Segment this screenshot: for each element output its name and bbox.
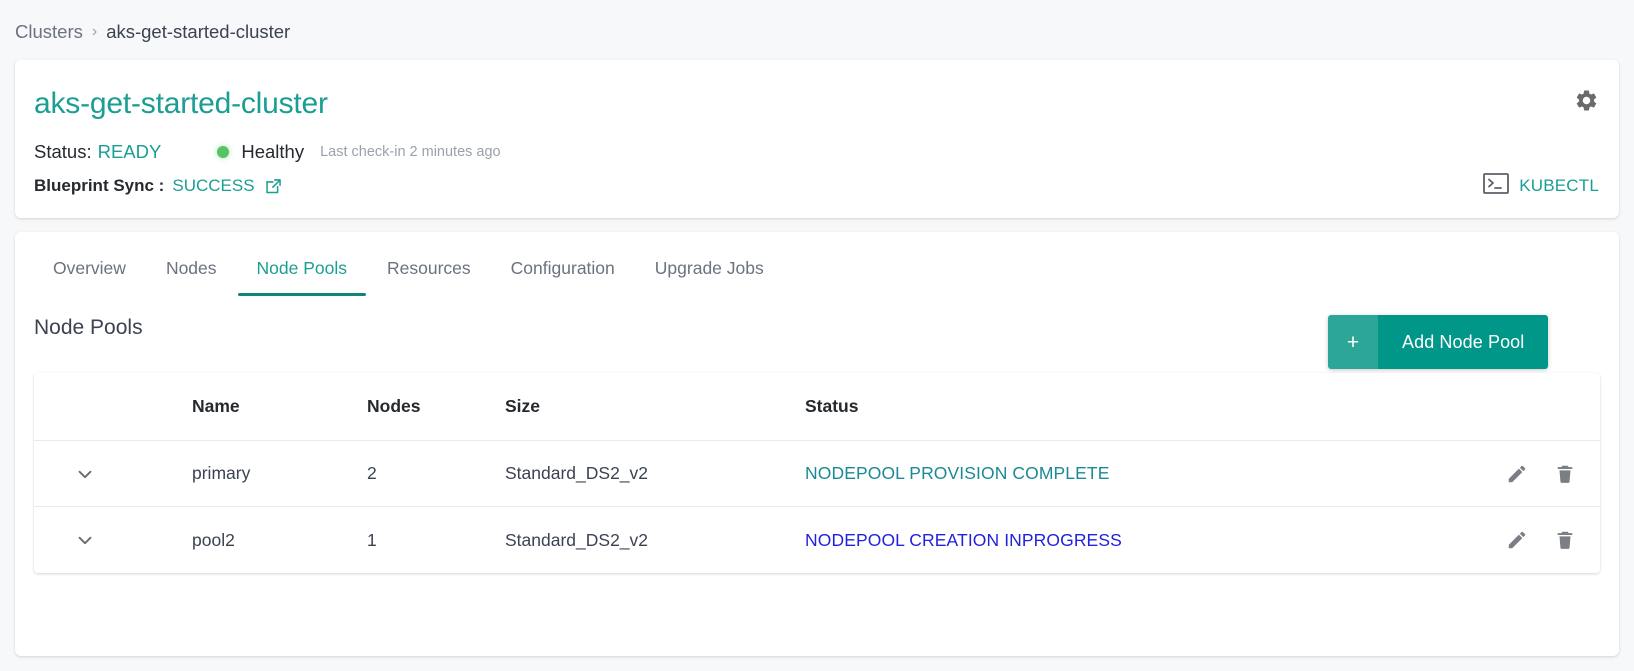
cluster-summary-card: aks-get-started-cluster Status: READY He… xyxy=(15,60,1619,218)
blueprint-sync-row: Blueprint Sync : SUCCESS xyxy=(34,174,283,198)
add-node-pool-button[interactable]: + Add Node Pool xyxy=(1328,315,1549,369)
cell-nodes: 2 xyxy=(367,463,377,483)
header-status: Status xyxy=(805,396,859,416)
table-row: primary 2 Standard_DS2_v2 NODEPOOL PROVI… xyxy=(34,441,1600,507)
kubectl-label: KUBECTL xyxy=(1519,176,1599,195)
status-label: Status: xyxy=(34,141,92,162)
cluster-status-row: Status: READY Healthy Last check-in 2 mi… xyxy=(34,140,501,164)
node-pools-table: Name Nodes Size Status primary 2 Standar… xyxy=(34,373,1600,573)
cell-status[interactable]: NODEPOOL PROVISION COMPLETE xyxy=(805,463,1450,484)
breadcrumb-separator: › xyxy=(91,23,98,40)
add-node-pool-label: Add Node Pool xyxy=(1378,315,1549,369)
status-value: READY xyxy=(97,141,162,162)
cluster-detail-page: Clusters › aks-get-started-cluster aks-g… xyxy=(0,0,1634,671)
row-actions xyxy=(1450,461,1600,487)
gear-icon xyxy=(1574,88,1599,118)
external-link-icon[interactable] xyxy=(264,177,283,196)
health-dot-icon xyxy=(217,146,230,158)
plus-icon: + xyxy=(1328,315,1378,369)
tab-nodes[interactable]: Nodes xyxy=(146,248,237,296)
header-nodes: Nodes xyxy=(367,396,421,416)
cell-name: pool2 xyxy=(192,529,235,550)
tab-upgrade-jobs[interactable]: Upgrade Jobs xyxy=(635,248,784,296)
trash-icon[interactable] xyxy=(1552,461,1578,487)
cell-name: primary xyxy=(192,463,251,483)
table-header-row: Name Nodes Size Status xyxy=(34,373,1600,441)
chevron-down-icon[interactable] xyxy=(74,463,96,485)
breadcrumb: Clusters › aks-get-started-cluster xyxy=(15,20,290,44)
chevron-down-icon[interactable] xyxy=(74,529,96,551)
blueprint-sync-label: Blueprint Sync : xyxy=(34,176,165,195)
breadcrumb-clusters-link[interactable]: Clusters xyxy=(15,20,83,44)
header-name: Name xyxy=(192,396,240,416)
tab-overview[interactable]: Overview xyxy=(33,248,146,296)
health-label: Healthy xyxy=(241,141,305,162)
tab-bar: Overview Nodes Node Pools Resources Conf… xyxy=(15,248,1619,302)
settings-button[interactable] xyxy=(1573,90,1599,116)
section-title: Node Pools xyxy=(34,316,143,339)
trash-icon[interactable] xyxy=(1552,527,1578,553)
breadcrumb-current: aks-get-started-cluster xyxy=(106,21,291,42)
cell-size: Standard_DS2_v2 xyxy=(505,463,649,483)
terminal-icon xyxy=(1483,173,1510,199)
page-title: aks-get-started-cluster xyxy=(34,87,328,120)
pencil-icon[interactable] xyxy=(1504,527,1530,553)
header-size: Size xyxy=(505,396,541,416)
expand-cell xyxy=(34,463,192,485)
health-group: Healthy xyxy=(217,140,304,164)
pencil-icon[interactable] xyxy=(1504,461,1530,487)
tab-node-pools[interactable]: Node Pools xyxy=(237,248,367,296)
cell-nodes: 1 xyxy=(367,529,377,550)
table-row: pool2 1 Standard_DS2_v2 NODEPOOL CREATIO… xyxy=(34,507,1600,573)
kubectl-button[interactable]: KUBECTL xyxy=(1483,173,1599,199)
node-pools-card: Overview Nodes Node Pools Resources Conf… xyxy=(15,232,1619,656)
cell-status[interactable]: NODEPOOL CREATION INPROGRESS xyxy=(805,530,1450,551)
tab-configuration[interactable]: Configuration xyxy=(491,248,635,296)
blueprint-sync-value[interactable]: SUCCESS xyxy=(172,174,254,198)
expand-cell xyxy=(34,529,192,551)
tab-resources[interactable]: Resources xyxy=(367,248,491,296)
cell-size: Standard_DS2_v2 xyxy=(505,529,649,550)
row-actions xyxy=(1450,527,1600,553)
last-checkin-text: Last check-in 2 minutes ago xyxy=(320,144,501,160)
